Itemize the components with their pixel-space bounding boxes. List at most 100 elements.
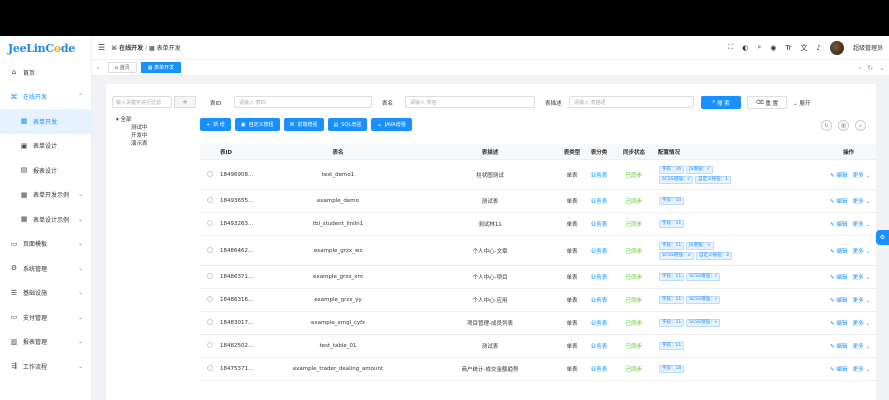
- radio-icon[interactable]: [207, 170, 213, 177]
- edit-button[interactable]: ✎ 编辑: [830, 298, 847, 304]
- radio-icon[interactable]: [207, 220, 213, 226]
- sidebar-item-home[interactable]: ⌂ 首页: [0, 60, 91, 85]
- sidebar-item-form-dev-example[interactable]: ▦ 表单开发示例 ⌄: [0, 183, 91, 208]
- column-settings-icon[interactable]: ▥: [838, 120, 849, 131]
- tree-add-button[interactable]: +: [174, 96, 196, 108]
- more-button[interactable]: 更多 ⌄: [853, 321, 870, 327]
- custom-button-button[interactable]: ▣ 自定义按钮: [234, 118, 280, 131]
- row-select[interactable]: [200, 342, 220, 350]
- logo[interactable]: JeeLin Co de: [0, 36, 91, 60]
- tree-node-demo[interactable]: 演示表: [112, 140, 200, 148]
- radio-icon[interactable]: [207, 365, 213, 371]
- refresh-icon[interactable]: ↻: [821, 120, 832, 131]
- more-button[interactable]: 更多 ⌄: [853, 275, 870, 281]
- chevron-down-icon: ⌄: [77, 362, 83, 370]
- radio-icon[interactable]: [207, 319, 213, 325]
- breadcrumb-parent[interactable]: 在线开发: [119, 45, 143, 52]
- edit-button[interactable]: ✎ 编辑: [830, 344, 847, 350]
- table-name-input[interactable]: 请输入 表名: [405, 96, 535, 108]
- expand-button[interactable]: ⌄ 展开: [793, 99, 810, 107]
- sql-enhance-button[interactable]: ▤ SQL增强: [327, 118, 368, 131]
- edit-button[interactable]: ✎ 编辑: [830, 249, 847, 255]
- more-button[interactable]: 更多 ⌄: [853, 222, 870, 228]
- user-name[interactable]: 超级管理员: [853, 43, 883, 52]
- menu-toggle-icon[interactable]: ☰: [98, 43, 105, 52]
- sidebar-item-system[interactable]: ⚙ 系统管理 ⌄: [0, 256, 91, 281]
- sidebar-item-report-design[interactable]: ▤ 报表设计: [0, 158, 91, 183]
- fullscreen-icon[interactable]: ⛶: [728, 43, 733, 52]
- row-select[interactable]: [200, 220, 220, 228]
- cell-ops: ✎ 编辑 更多 ⌄: [740, 247, 876, 255]
- row-select[interactable]: [200, 170, 220, 179]
- table-id-input[interactable]: 请输入 表ID: [234, 96, 372, 108]
- avatar[interactable]: [829, 40, 844, 55]
- radio-icon[interactable]: [207, 197, 213, 203]
- font-size-icon[interactable]: Tr: [785, 44, 791, 52]
- radio-icon[interactable]: [207, 246, 213, 253]
- search-icon[interactable]: ⌕: [757, 43, 761, 52]
- table-row[interactable]: 18493263... tbl_student_linlin1 测试林11 单表 业务表…: [200, 213, 876, 236]
- sidebar-item-infra[interactable]: ☰ 基础设施 ⌄: [0, 281, 91, 306]
- table-desc-input[interactable]: 请输入 表描述: [569, 96, 694, 108]
- sidebar-item-online-dev[interactable]: ⌘ 在线开发 ⌃: [0, 85, 91, 110]
- sidebar-item-page-templates[interactable]: ▭ 页面模板 ⌄: [0, 232, 91, 257]
- row-select[interactable]: [200, 246, 220, 255]
- more-button[interactable]: 更多 ⌄: [853, 173, 870, 179]
- more-button[interactable]: 更多 ⌄: [853, 199, 870, 205]
- tree-node-testing[interactable]: 测试中: [112, 124, 200, 132]
- more-button[interactable]: 更多 ⌄: [853, 249, 870, 255]
- table-row[interactable]: 18475371... example_trader_dealing_amount…: [200, 358, 876, 381]
- more-button[interactable]: 更多 ⌄: [853, 367, 870, 373]
- tab-form-dev[interactable]: ▦ 表单开发: [140, 62, 182, 73]
- row-select[interactable]: [200, 197, 220, 205]
- radio-icon[interactable]: [207, 273, 213, 279]
- sidebar-item-form-dev[interactable]: ▦ 表单开发: [0, 109, 91, 134]
- reset-button[interactable]: ⌫ 重 置: [747, 96, 787, 109]
- edit-button[interactable]: ✎ 编辑: [830, 222, 847, 228]
- chevron-down-icon[interactable]: ⌄: [879, 64, 885, 72]
- refresh-icon[interactable]: ↻: [867, 64, 873, 72]
- radio-icon[interactable]: [207, 296, 213, 302]
- tree-search: 输入关键字进行过滤 +: [112, 96, 200, 108]
- tree-node-developing[interactable]: 开发中: [112, 132, 200, 140]
- java-enhance-button[interactable]: ☕ JAVA增强: [371, 118, 412, 131]
- edit-button[interactable]: ✎ 编辑: [830, 367, 847, 373]
- row-select[interactable]: [200, 319, 220, 327]
- table-row[interactable]: 18486462... example_grzx_wz 个人中心-文章 单表 业务表 已同…: [200, 236, 876, 266]
- chevron-right-icon[interactable]: ›: [858, 64, 861, 72]
- edit-button[interactable]: ✎ 编辑: [830, 275, 847, 281]
- row-select[interactable]: [200, 296, 220, 304]
- sidebar-item-workflow[interactable]: ⇶ 工作流程 ⌄: [0, 354, 91, 379]
- add-button[interactable]: + 新 增: [200, 118, 231, 131]
- sidebar-item-report[interactable]: ▥ 报表管理 ⌄: [0, 330, 91, 355]
- search-button[interactable]: ⌕ 搜 索: [701, 96, 741, 109]
- table-row[interactable]: 18483017... example_xmgl_cyfz 项目管理-成员列表 单表 业…: [200, 312, 876, 335]
- edit-button[interactable]: ✎ 编辑: [830, 321, 847, 327]
- sidebar-item-form-design[interactable]: ▣ 表单设计: [0, 134, 91, 159]
- row-select[interactable]: [200, 365, 220, 373]
- translate-icon[interactable]: 文: [801, 43, 808, 53]
- bell-icon[interactable]: ♪: [817, 44, 821, 52]
- front-enhance-button[interactable]: ⌘ 前端增强: [283, 118, 324, 131]
- settings-float-button[interactable]: ⚙: [876, 230, 889, 245]
- table-row[interactable]: 18493655... example_demo 测试表 单表 业务表 已同步 字段：10 ✎…: [200, 190, 876, 213]
- more-button[interactable]: 更多 ⌄: [853, 344, 870, 350]
- tree-node-all[interactable]: ▾ 全部: [112, 116, 200, 124]
- chevron-left-icon[interactable]: ‹: [92, 64, 104, 72]
- github-icon[interactable]: ◉: [770, 44, 776, 52]
- row-select[interactable]: [200, 273, 220, 281]
- tree-filter-input[interactable]: 输入关键字进行过滤: [112, 96, 172, 108]
- table-row[interactable]: 18486316... example_grzx_yy 个人中心-应用 单表 业务表 已同…: [200, 289, 876, 312]
- more-button[interactable]: 更多 ⌄: [853, 298, 870, 304]
- tab-home[interactable]: ⌂ 首页: [108, 62, 137, 73]
- table-row[interactable]: 18496908... test_demo1 柱状图测试 单表 业务表 已同步 字段：16 J…: [200, 160, 876, 190]
- radio-icon[interactable]: [207, 342, 213, 348]
- theme-icon[interactable]: ◐: [742, 44, 748, 52]
- sidebar-item-payment[interactable]: ▭ 支付管理 ⌄: [0, 305, 91, 330]
- edit-button[interactable]: ✎ 编辑: [830, 199, 847, 205]
- table-row[interactable]: 18486371... example_grzx_xm 个人中心-项目 单表 业务表 已同…: [200, 266, 876, 289]
- sidebar-item-form-design-example[interactable]: ▦ 表单设计示例 ⌄: [0, 207, 91, 232]
- table-row[interactable]: 18482502... test_table_01 测试表 单表 业务表 已同步 字段：11…: [200, 335, 876, 358]
- search-toggle-icon[interactable]: ⌕: [855, 120, 866, 131]
- edit-button[interactable]: ✎ 编辑: [830, 173, 847, 179]
